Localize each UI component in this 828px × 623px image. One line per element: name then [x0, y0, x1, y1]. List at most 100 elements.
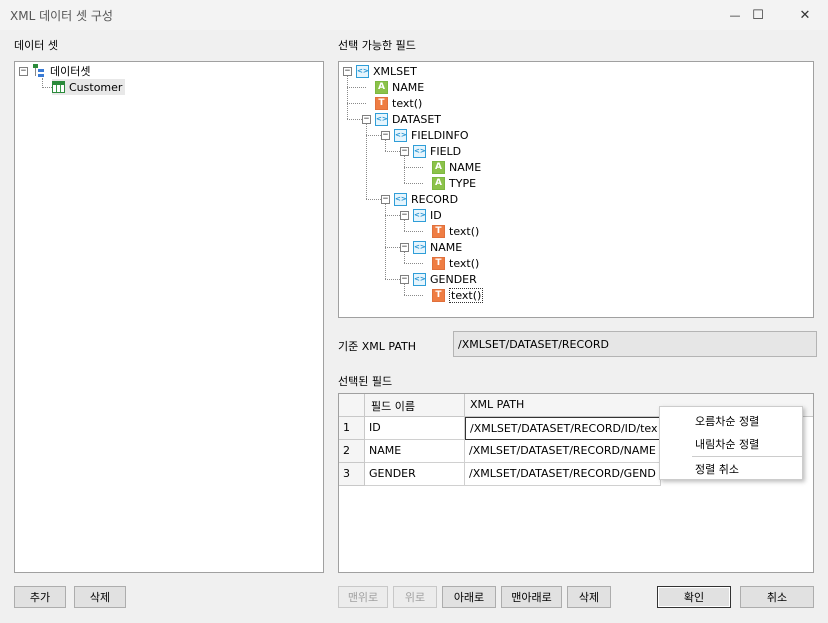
- tree-connector: [404, 284, 405, 295]
- row-number[interactable]: 2: [339, 440, 365, 463]
- element-icon: <>: [413, 144, 426, 158]
- menu-item-sort-cancel[interactable]: 정렬 취소: [695, 461, 739, 477]
- tree-connector: [385, 151, 400, 152]
- tree-node-label: NAME: [392, 80, 425, 94]
- text-node-icon: T: [432, 224, 445, 238]
- menu-divider: [692, 456, 802, 457]
- tree-node-text[interactable]: Ttext(): [419, 287, 484, 303]
- close-icon: ✕: [799, 7, 811, 23]
- move-down-button[interactable]: 아래로: [442, 586, 496, 608]
- collapse-icon[interactable]: −: [343, 66, 352, 76]
- close-button[interactable]: ✕: [782, 0, 828, 30]
- element-icon: <>: [413, 240, 426, 254]
- tree-node-id[interactable]: − <> ID: [400, 207, 442, 223]
- tree-node-label: DATASET: [392, 112, 441, 126]
- tree-node-name[interactable]: A NAME: [362, 79, 424, 95]
- tree-connector: [404, 220, 405, 231]
- tree-connector: [347, 87, 366, 88]
- table-row-name[interactable]: ID: [365, 417, 465, 440]
- tree-connector: [385, 204, 386, 279]
- element-icon: <>: [394, 192, 407, 206]
- tree-node-type[interactable]: A TYPE: [419, 175, 476, 191]
- xmlpath-label: 기준 XML PATH: [338, 340, 416, 353]
- window-title: XML 데이터 셋 구성: [10, 9, 113, 23]
- collapse-icon[interactable]: −: [400, 146, 409, 156]
- ok-button[interactable]: 확인: [657, 586, 731, 608]
- tree-node-label: text(): [449, 256, 480, 270]
- tree-connector: [42, 87, 52, 88]
- table-row-path[interactable]: /XMLSET/DATASET/RECORD/GEND: [465, 463, 661, 486]
- element-icon: <>: [413, 208, 426, 222]
- tree-node-customer[interactable]: Customer: [52, 79, 126, 95]
- move-bottom-button[interactable]: 맨아래로: [501, 586, 562, 608]
- collapse-icon[interactable]: −: [400, 210, 409, 220]
- tree-node-label: 데이터셋: [50, 65, 91, 78]
- delete-field-button[interactable]: 삭제: [567, 586, 611, 608]
- tree-node-label: text(): [449, 224, 480, 238]
- tree-node-record[interactable]: − <> RECORD: [381, 191, 458, 207]
- tree-connector: [366, 135, 381, 136]
- table-row-path[interactable]: /XMLSET/DATASET/RECORD/NAME: [465, 440, 661, 463]
- dataset-tree-icon: [32, 64, 46, 78]
- tree-connector: [366, 124, 367, 199]
- tree-connector: [404, 183, 423, 184]
- tree-connector: [404, 252, 405, 263]
- attribute-icon: A: [432, 176, 445, 190]
- tree-node-xmlset[interactable]: − <> XMLSET: [343, 63, 417, 79]
- cancel-button[interactable]: 취소: [740, 586, 814, 608]
- tree-node-label: Customer: [69, 80, 123, 94]
- tree-node-label: text(): [449, 287, 484, 303]
- table-row-path[interactable]: /XMLSET/DATASET/RECORD/ID/tex: [465, 417, 661, 440]
- tree-connector: [404, 156, 405, 183]
- dataset-label: 데이터 셋: [14, 39, 58, 52]
- tree-node-text[interactable]: Ttext(): [362, 95, 422, 111]
- tree-node-field[interactable]: − <> FIELD: [400, 143, 461, 159]
- menu-item-sort-descending[interactable]: 내림차순 정렬: [695, 436, 759, 452]
- table-row-name[interactable]: NAME: [365, 440, 465, 463]
- tree-connector: [404, 295, 423, 296]
- tree-node-fieldinfo[interactable]: − <> FIELDINFO: [381, 127, 469, 143]
- text-node-icon: T: [375, 96, 388, 110]
- column-header-field-name[interactable]: 필드 이름: [365, 394, 465, 417]
- available-fields-tree[interactable]: − <> XMLSET A NAME Ttext() − <> DATASET − <> FIELDI…: [338, 61, 814, 318]
- maximize-button[interactable]: ☐: [735, 0, 781, 30]
- collapse-icon[interactable]: −: [381, 194, 390, 204]
- row-number[interactable]: 3: [339, 463, 365, 486]
- tree-connector: [385, 140, 386, 151]
- xmlpath-value: /XMLSET/DATASET/RECORD: [458, 338, 609, 351]
- collapse-icon[interactable]: −: [400, 274, 409, 284]
- maximize-icon: ☐: [752, 7, 764, 23]
- collapse-icon[interactable]: −: [362, 114, 371, 124]
- move-up-button[interactable]: 위로: [393, 586, 437, 608]
- sort-context-menu: 오름차순 정렬 내림차순 정렬 정렬 취소: [659, 406, 803, 480]
- tree-node-name[interactable]: − <> NAME: [400, 239, 462, 255]
- tree-connector: [366, 199, 381, 200]
- move-top-button[interactable]: 맨위로: [338, 586, 388, 608]
- tree-node-name[interactable]: A NAME: [419, 159, 481, 175]
- grid-corner: [339, 394, 365, 417]
- tree-node-text[interactable]: Ttext(): [419, 223, 479, 239]
- tree-node-label: RECORD: [411, 192, 459, 206]
- attribute-icon: A: [375, 80, 388, 94]
- table-icon: [52, 81, 65, 93]
- text-node-icon: T: [432, 288, 445, 302]
- row-number[interactable]: 1: [339, 417, 365, 440]
- collapse-icon[interactable]: −: [381, 130, 390, 140]
- title-bar: XML 데이터 셋 구성 — ☐ ✕: [0, 0, 828, 30]
- tree-node-label: NAME: [430, 240, 463, 254]
- menu-item-sort-ascending[interactable]: 오름차순 정렬: [695, 413, 759, 429]
- collapse-icon[interactable]: −: [400, 242, 409, 252]
- table-row-name[interactable]: GENDER: [365, 463, 465, 486]
- tree-connector: [347, 76, 348, 119]
- delete-dataset-button[interactable]: 삭제: [74, 586, 126, 608]
- tree-node-dataset[interactable]: − <> DATASET: [362, 111, 441, 127]
- tree-connector: [404, 263, 423, 264]
- add-button[interactable]: 추가: [14, 586, 66, 608]
- tree-node-dataset[interactable]: − 데이터셋: [19, 63, 90, 79]
- tree-node-gender[interactable]: − <> GENDER: [400, 271, 477, 287]
- dataset-tree[interactable]: − 데이터셋 Customer: [14, 61, 324, 573]
- tree-node-text[interactable]: Ttext(): [419, 255, 479, 271]
- tree-connector: [347, 103, 366, 104]
- attribute-icon: A: [432, 160, 445, 174]
- collapse-icon[interactable]: −: [19, 66, 28, 76]
